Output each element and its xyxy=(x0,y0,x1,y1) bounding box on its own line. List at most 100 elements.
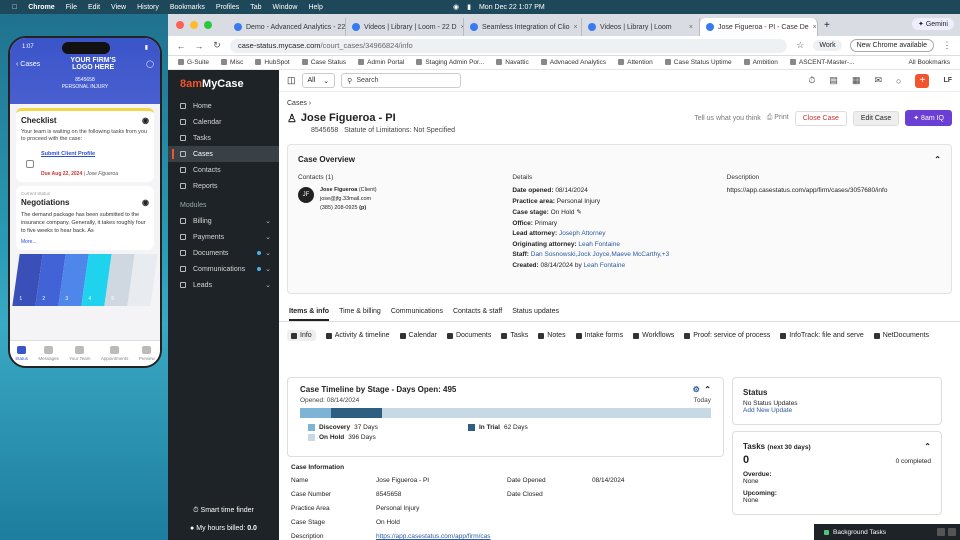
bookmark-item[interactable]: Case Status Uptime xyxy=(664,59,732,66)
subnav-workflows[interactable]: Workflows xyxy=(633,330,674,341)
contact-email[interactable]: jose@jfg.33mail.com xyxy=(320,196,377,202)
more-link[interactable]: More... xyxy=(21,239,149,245)
menu-tab[interactable]: Tab xyxy=(250,4,261,11)
phone-profile-icon[interactable]: ◯ xyxy=(146,60,154,68)
browser-tab[interactable]: Seamless Integration of Clio × xyxy=(464,18,582,36)
menu-bookmarks[interactable]: Bookmarks xyxy=(170,4,205,11)
chevron-up-icon[interactable]: ⌃ xyxy=(704,385,711,394)
subnav-info[interactable]: Info xyxy=(287,330,316,341)
print-button[interactable]: ⎙ Print xyxy=(767,114,789,122)
tab-status-updates[interactable]: Status updates xyxy=(512,308,559,321)
sidebar-item-contacts[interactable]: Contacts xyxy=(168,162,279,178)
menu-help[interactable]: Help xyxy=(308,4,322,11)
bookmark-star-icon[interactable]: ☆ xyxy=(795,40,805,51)
phone-back-button[interactable]: ‹ Cases xyxy=(16,61,40,68)
staff-link[interactable]: +3 xyxy=(662,251,669,258)
mycase-logo[interactable]: 8am MyCase xyxy=(168,70,279,98)
smart-time-finder-button[interactable]: ⏱ Smart time finder xyxy=(168,507,279,515)
subnav-documents[interactable]: Documents xyxy=(446,330,491,341)
phone-tab-appointments[interactable]: Appointments xyxy=(101,346,128,361)
subnav-tasks[interactable]: Tasks xyxy=(501,330,528,341)
sidebar-item-tasks[interactable]: Tasks xyxy=(168,130,279,146)
chevron-up-icon[interactable]: ⌃ xyxy=(924,442,931,451)
timeline-segment-in-trial[interactable] xyxy=(330,408,383,418)
browser-tab[interactable]: Demo - Advanced Analytics - 22× xyxy=(228,18,346,36)
close-window-button[interactable] xyxy=(176,21,184,29)
menu-window[interactable]: Window xyxy=(273,4,298,11)
subnav-activity-timeline[interactable]: Activity & timeline xyxy=(325,330,390,341)
profile-work-button[interactable]: Work xyxy=(813,40,842,51)
staff-link[interactable]: Maeve McCarthy, xyxy=(611,251,661,258)
menu-app-name[interactable]: Chrome xyxy=(28,4,54,11)
sidebar-item-cases[interactable]: Cases xyxy=(168,146,279,162)
bookmark-item[interactable]: ASCENT-Master-... xyxy=(789,59,855,66)
translate-icon[interactable]: ◉ xyxy=(142,116,149,125)
gear-icon[interactable]: ⚙ xyxy=(693,385,700,394)
staff-link[interactable]: Dan Sosnowski, xyxy=(531,251,578,258)
wifi-icon[interactable]: ◉ xyxy=(453,3,459,11)
search-scope-select[interactable]: All ⌄ xyxy=(301,73,336,88)
menubar-clock[interactable]: Mon Dec 22 1:07 PM xyxy=(479,4,545,11)
originating-attorney-link[interactable]: Leah Fontaine xyxy=(578,241,620,248)
maximize-window-button[interactable] xyxy=(204,21,212,29)
8am-iq-button[interactable]: ✦ 8am IQ xyxy=(905,110,952,126)
breadcrumb[interactable]: Cases › xyxy=(279,92,960,107)
sidebar-module-documents[interactable]: Documents ⌄ xyxy=(168,245,279,261)
browser-tab[interactable]: Videos | Library | Loom × xyxy=(582,18,700,36)
search-input[interactable]: ⚲ Search xyxy=(341,73,462,88)
tab-items-info[interactable]: Items & info xyxy=(289,308,330,321)
timer-icon[interactable]: ⏱ xyxy=(808,75,815,86)
address-bar[interactable]: case-status.mycase.com/court_cases/34966… xyxy=(230,38,788,53)
kebab-menu-icon[interactable]: ⋮ xyxy=(942,40,952,51)
timeline-segment-on-hold[interactable] xyxy=(382,408,711,418)
sidebar-module-billing[interactable]: Billing ⌄ xyxy=(168,213,279,229)
bookmark-item[interactable]: Admin Portal xyxy=(358,59,404,66)
sidebar-item-calendar[interactable]: Calendar xyxy=(168,114,279,130)
contact-name[interactable]: Jose Figueroa xyxy=(320,187,357,193)
subnav-netdocuments[interactable]: NetDocuments xyxy=(873,330,929,341)
subnav-proof-service-of-process[interactable]: Proof: service of process xyxy=(684,330,770,341)
edit-case-button[interactable]: Edit Case xyxy=(852,110,900,126)
feedback-link[interactable]: Tell us what you think xyxy=(694,115,761,122)
subnav-calendar[interactable]: Calendar xyxy=(399,330,437,341)
background-tasks-bar[interactable]: Background Tasks xyxy=(814,524,960,540)
subnav-intake-forms[interactable]: Intake forms xyxy=(575,330,623,341)
message-icon[interactable]: ○ xyxy=(896,76,901,86)
bookmark-item[interactable]: Staging Admin Por... xyxy=(416,59,484,66)
sidebar-module-payments[interactable]: Payments ⌄ xyxy=(168,229,279,245)
all-bookmarks[interactable]: All Bookmarks xyxy=(908,59,950,66)
bookmark-item[interactable]: Ambition xyxy=(743,59,778,66)
phone-tab-your-team[interactable]: Your Team xyxy=(69,346,90,361)
close-tab-icon[interactable]: × xyxy=(574,24,578,31)
apps-grid-icon[interactable]: ▦ xyxy=(852,75,861,86)
staff-link[interactable]: Jock Joyce, xyxy=(577,251,611,258)
close-icon[interactable] xyxy=(948,528,956,536)
tab-contacts-staff[interactable]: Contacts & staff xyxy=(453,308,502,321)
bookmark-item[interactable]: Misc xyxy=(221,59,243,66)
reload-icon[interactable]: ↻ xyxy=(212,40,222,51)
phone-tab-messages[interactable]: Messages xyxy=(38,346,59,361)
chevron-up-icon[interactable]: ⌃ xyxy=(934,155,941,164)
minimize-window-button[interactable] xyxy=(190,21,198,29)
menu-edit[interactable]: Edit xyxy=(88,4,100,11)
submit-client-profile-link[interactable]: Submit Client Profile xyxy=(41,151,149,157)
sidebar-item-reports[interactable]: Reports xyxy=(168,178,279,194)
forward-arrow-icon[interactable]: → xyxy=(194,41,204,51)
chat-icon[interactable]: ✉ xyxy=(874,75,882,86)
breadcrumb-cases[interactable]: Cases xyxy=(287,100,307,107)
bookmark-item[interactable]: G-Suite xyxy=(178,59,209,66)
subnav-notes[interactable]: Notes xyxy=(538,330,566,341)
menu-file[interactable]: File xyxy=(66,4,77,11)
phone-tab-preview[interactable]: Preview xyxy=(139,346,155,361)
phone-tab-status[interactable]: Status xyxy=(15,346,28,361)
add-new-button[interactable]: + xyxy=(915,73,930,88)
user-initials[interactable]: LF xyxy=(943,77,952,84)
back-arrow-icon[interactable]: ← xyxy=(176,41,186,51)
browser-tab[interactable]: Jose Figueroa - PI - Case De × xyxy=(700,18,818,36)
translate-icon[interactable]: ◉ xyxy=(142,198,149,207)
sidebar-module-communications[interactable]: Communications ⌄ xyxy=(168,261,279,277)
close-tab-icon[interactable]: × xyxy=(689,24,693,31)
close-case-button[interactable]: Close Case xyxy=(794,110,847,126)
menu-profiles[interactable]: Profiles xyxy=(216,4,239,11)
menu-history[interactable]: History xyxy=(137,4,159,11)
